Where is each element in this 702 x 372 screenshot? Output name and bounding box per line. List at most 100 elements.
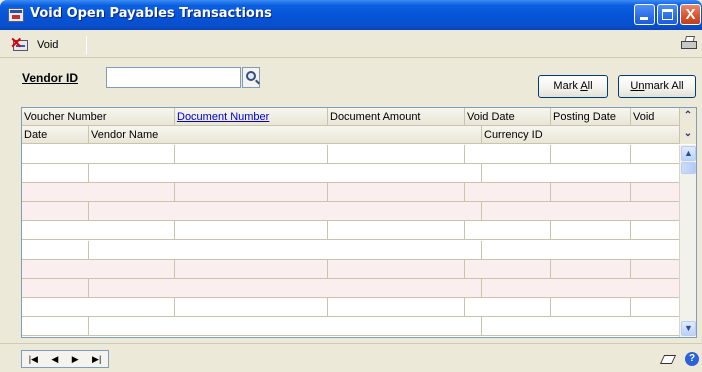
grid-header-row-2: Date Vendor Name Currency ID: [22, 126, 680, 144]
col-void-date[interactable]: Void Date: [465, 108, 551, 126]
table-row[interactable]: [22, 240, 680, 260]
window-title: Void Open Payables Transactions: [30, 6, 272, 21]
table-cell[interactable]: [482, 316, 680, 335]
col-document-amount[interactable]: Document Amount: [328, 108, 465, 126]
toolbar-separator: [86, 36, 87, 54]
table-cell[interactable]: [22, 240, 89, 259]
table-cell[interactable]: [465, 221, 551, 240]
table-cell[interactable]: [482, 278, 680, 297]
void-icon: ✕: [10, 35, 30, 53]
table-cell[interactable]: [22, 145, 175, 164]
void-button[interactable]: ✕ Void: [10, 34, 64, 56]
table-cell[interactable]: [482, 240, 680, 259]
table-cell[interactable]: [551, 183, 631, 202]
collapse-rows-button[interactable]: ⌃: [679, 108, 696, 126]
table-cell[interactable]: [551, 297, 631, 316]
table-cell[interactable]: [631, 183, 680, 202]
table-cell[interactable]: [328, 221, 465, 240]
table-cell[interactable]: [175, 183, 328, 202]
table-cell[interactable]: [175, 221, 328, 240]
grid-header-row-1: Voucher Number Document Number Document …: [22, 108, 680, 126]
table-row[interactable]: [22, 278, 680, 298]
maximize-button[interactable]: [657, 4, 678, 25]
table-cell[interactable]: [22, 297, 175, 316]
table-cell[interactable]: [631, 221, 680, 240]
table-cell[interactable]: [89, 164, 482, 183]
table-row[interactable]: [22, 316, 680, 336]
previous-record-icon[interactable]: ◀: [51, 354, 58, 365]
table-row[interactable]: [22, 259, 680, 279]
window-app-icon: [8, 8, 24, 22]
transactions-grid[interactable]: Voucher Number Document Number Document …: [21, 107, 697, 338]
col-voucher-number[interactable]: Voucher Number: [22, 108, 175, 126]
table-cell[interactable]: [631, 297, 680, 316]
scroll-up-icon[interactable]: ▲: [681, 146, 696, 161]
close-button[interactable]: X: [680, 4, 701, 25]
title-bar: Void Open Payables Transactions X: [0, 0, 702, 30]
col-void[interactable]: Void: [631, 108, 680, 126]
table-cell[interactable]: [551, 259, 631, 278]
table-cell[interactable]: [89, 202, 482, 221]
record-navigation: |◀ ◀ ▶ ▶|: [21, 350, 109, 368]
scroll-thumb[interactable]: [681, 162, 696, 174]
grid-rows: [22, 145, 680, 337]
table-cell[interactable]: [328, 145, 465, 164]
print-icon[interactable]: [681, 36, 698, 51]
last-record-icon[interactable]: ▶|: [92, 354, 101, 365]
table-cell[interactable]: [175, 259, 328, 278]
expand-rows-button[interactable]: ⌄: [679, 126, 696, 144]
toolbar: ✕ Void: [0, 30, 702, 58]
col-currency-id[interactable]: Currency ID: [482, 126, 680, 144]
table-cell[interactable]: [22, 316, 89, 335]
table-cell[interactable]: [89, 278, 482, 297]
table-cell[interactable]: [631, 259, 680, 278]
table-cell[interactable]: [22, 278, 89, 297]
table-cell[interactable]: [22, 259, 175, 278]
scroll-down-icon[interactable]: ▼: [681, 321, 696, 336]
table-cell[interactable]: [89, 240, 482, 259]
table-row[interactable]: [22, 221, 680, 241]
table-cell[interactable]: [22, 202, 89, 221]
table-row[interactable]: [22, 202, 680, 222]
table-cell[interactable]: [328, 297, 465, 316]
close-icon: X: [685, 6, 696, 23]
minimize-button[interactable]: [634, 4, 655, 25]
table-cell[interactable]: [328, 183, 465, 202]
col-date[interactable]: Date: [22, 126, 89, 144]
first-record-icon[interactable]: |◀: [29, 354, 38, 365]
maximize-icon: [662, 9, 673, 20]
unmark-all-button[interactable]: Unmark All: [618, 75, 696, 98]
table-cell[interactable]: [22, 164, 89, 183]
table-cell[interactable]: [631, 145, 680, 164]
minimize-icon: [640, 17, 648, 20]
next-record-icon[interactable]: ▶: [72, 354, 79, 365]
table-row[interactable]: [22, 145, 680, 165]
col-document-number[interactable]: Document Number: [175, 108, 328, 126]
table-cell[interactable]: [328, 259, 465, 278]
mark-all-button[interactable]: Mark All: [538, 75, 608, 98]
table-cell[interactable]: [89, 316, 482, 335]
table-cell[interactable]: [551, 221, 631, 240]
table-cell[interactable]: [482, 202, 680, 221]
help-icon[interactable]: ?: [685, 352, 699, 366]
table-row[interactable]: [22, 183, 680, 203]
note-icon[interactable]: [659, 352, 677, 366]
table-cell[interactable]: [22, 183, 175, 202]
table-cell[interactable]: [465, 145, 551, 164]
col-vendor-name[interactable]: Vendor Name: [89, 126, 482, 144]
table-row[interactable]: [22, 297, 680, 317]
col-posting-date[interactable]: Posting Date: [551, 108, 631, 126]
vendor-lookup-button[interactable]: [242, 67, 260, 88]
table-cell[interactable]: [175, 297, 328, 316]
vendor-id-input[interactable]: [106, 67, 241, 88]
table-cell[interactable]: [482, 164, 680, 183]
table-cell[interactable]: [22, 221, 175, 240]
vertical-scrollbar[interactable]: ▲ ▼: [679, 145, 696, 337]
table-cell[interactable]: [465, 183, 551, 202]
table-cell[interactable]: [465, 297, 551, 316]
table-cell[interactable]: [551, 145, 631, 164]
table-cell[interactable]: [465, 259, 551, 278]
vendor-id-label[interactable]: Vendor ID: [22, 71, 78, 85]
table-cell[interactable]: [175, 145, 328, 164]
table-row[interactable]: [22, 164, 680, 184]
